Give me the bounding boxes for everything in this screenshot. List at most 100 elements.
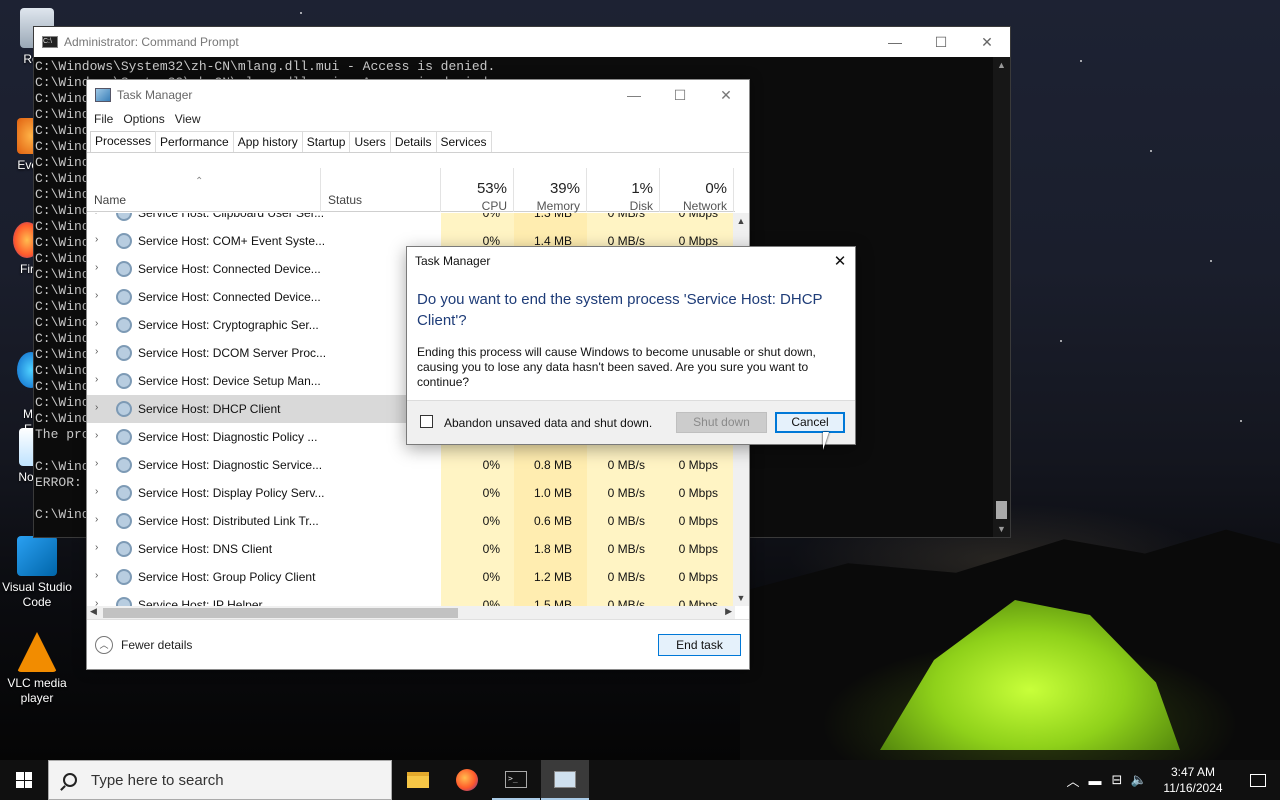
process-disk: 0 MB/s <box>607 598 645 606</box>
volume-muted-icon[interactable]: 🔈 <box>1128 772 1150 788</box>
hscroll-thumb[interactable] <box>103 608 458 618</box>
end-process-dialog[interactable]: Task Manager ✕ Do you want to end the sy… <box>406 246 856 445</box>
expand-chevron-icon[interactable]: › <box>95 514 98 525</box>
expand-chevron-icon[interactable]: › <box>95 374 98 385</box>
expand-chevron-icon[interactable]: › <box>95 598 98 606</box>
abandon-data-label[interactable]: Abandon unsaved data and shut down. <box>444 416 652 430</box>
process-network: 0 Mbps <box>678 486 718 500</box>
taskbar-clock[interactable]: 3:47 AM 11/16/2024 <box>1150 764 1236 796</box>
service-gear-icon <box>116 261 132 277</box>
process-row[interactable]: › Service Host: Group Policy Client 0% 1.2 … <box>87 563 735 591</box>
minimize-button[interactable]: — <box>872 34 918 51</box>
network-icon[interactable]: ⊟ <box>1106 772 1128 788</box>
menu-options[interactable]: Options <box>123 112 164 130</box>
process-row[interactable]: › Service Host: Clipboard User Ser... 0% 1.… <box>87 213 735 227</box>
show-hidden-icons-chevron-icon[interactable]: ︿ <box>1062 771 1084 790</box>
taskbar-file-explorer[interactable] <box>394 760 442 800</box>
cmd-title-bar[interactable]: C:\ Administrator: Command Prompt — ☐ ✕ <box>34 27 1010 57</box>
desktop-icon-label: Visual Studio Code <box>2 580 72 609</box>
dialog-heading: Do you want to end the system process 'S… <box>417 291 823 329</box>
expand-chevron-icon[interactable]: › <box>95 290 98 301</box>
command-prompt-icon: C:\ <box>42 36 58 48</box>
process-row[interactable]: › Service Host: Distributed Link Tr... 0% 0… <box>87 507 735 535</box>
expand-chevron-icon[interactable]: › <box>95 430 98 441</box>
storage-icon[interactable]: ▬ <box>1084 773 1106 788</box>
expand-chevron-icon[interactable]: › <box>95 458 98 469</box>
desktop-icon-vscode[interactable]: Visual Studio Code <box>0 536 74 610</box>
expand-chevron-icon[interactable]: › <box>95 262 98 273</box>
tab-performance[interactable]: Performance <box>155 131 234 152</box>
process-name: Service Host: Diagnostic Policy ... <box>138 430 318 444</box>
process-row[interactable]: › Service Host: IP Helper 0% 1.5 MB 0 MB/s 0 … <box>87 591 735 606</box>
process-cpu: 0% <box>482 598 500 606</box>
tab-users[interactable]: Users <box>349 131 391 152</box>
scroll-up-icon[interactable]: ▲ <box>993 57 1010 73</box>
fewer-details-button[interactable]: ︿ Fewer details <box>95 636 192 654</box>
column-memory[interactable]: 39% Memory <box>514 168 587 213</box>
process-network: 0 Mbps <box>678 514 718 528</box>
scroll-left-icon[interactable]: ◀ <box>90 606 97 617</box>
expand-chevron-icon[interactable]: › <box>95 570 98 581</box>
taskbar-firefox[interactable] <box>443 760 491 800</box>
scroll-down-icon[interactable]: ▼ <box>733 590 749 606</box>
expand-chevron-icon[interactable]: › <box>95 318 98 329</box>
process-disk: 0 MB/s <box>607 570 645 584</box>
column-cpu[interactable]: 53% CPU <box>441 168 514 213</box>
service-gear-icon <box>116 541 132 557</box>
cmd-scrollbar[interactable]: ▲ ▼ <box>993 57 1010 537</box>
action-center-button[interactable] <box>1236 760 1280 800</box>
column-network[interactable]: 0% Network <box>660 168 734 213</box>
cancel-button[interactable]: Cancel <box>775 412 845 433</box>
start-button[interactable] <box>0 760 48 800</box>
process-row[interactable]: › Service Host: Diagnostic Service... 0% 0.… <box>87 451 735 479</box>
expand-chevron-icon[interactable]: › <box>95 346 98 357</box>
column-name[interactable]: ⌃ Name <box>87 168 321 212</box>
process-row[interactable]: › Service Host: Display Policy Serv... 0% 1… <box>87 479 735 507</box>
end-task-button[interactable]: End task <box>658 634 741 656</box>
dialog-close-button[interactable]: ✕ <box>825 252 855 270</box>
service-gear-icon <box>116 317 132 333</box>
taskbar-command-prompt[interactable]: >_ <box>492 760 540 800</box>
menu-file[interactable]: File <box>94 112 113 130</box>
disk-label: Disk <box>629 199 653 213</box>
service-gear-icon <box>116 513 132 529</box>
star <box>1150 150 1152 152</box>
maximize-button[interactable]: ☐ <box>918 34 964 51</box>
abandon-data-checkbox[interactable] <box>420 415 433 428</box>
scroll-down-icon[interactable]: ▼ <box>993 521 1010 537</box>
expand-chevron-icon[interactable]: › <box>95 234 98 245</box>
expand-chevron-icon[interactable]: › <box>95 402 98 413</box>
close-button[interactable]: ✕ <box>964 34 1010 51</box>
tab-details[interactable]: Details <box>389 131 437 152</box>
tab-startup[interactable]: Startup <box>301 131 351 152</box>
maximize-button[interactable]: ☐ <box>657 87 703 104</box>
process-list-hscrollbar[interactable]: ◀ ▶ <box>87 606 735 620</box>
desktop-icon-vlc[interactable]: VLC media player <box>0 632 74 706</box>
scroll-up-icon[interactable]: ▲ <box>733 213 749 229</box>
star <box>1080 60 1082 62</box>
column-status[interactable]: Status <box>321 168 441 212</box>
expand-chevron-icon[interactable]: › <box>95 213 98 217</box>
dialog-title-bar[interactable]: Task Manager ✕ <box>407 247 855 275</box>
menu-view[interactable]: View <box>175 112 201 130</box>
clock-time: 3:47 AM <box>1170 765 1216 779</box>
process-row[interactable]: › Service Host: DNS Client 0% 1.8 MB 0 MB/s 0… <box>87 535 735 563</box>
close-button[interactable]: ✕ <box>703 87 749 104</box>
tab-app-history[interactable]: App history <box>232 131 303 152</box>
taskbar-search-box[interactable]: Type here to search <box>48 760 392 800</box>
tab-processes[interactable]: Processes <box>90 131 157 152</box>
process-disk: 0 MB/s <box>607 514 645 528</box>
tm-title-bar[interactable]: Task Manager — ☐ ✕ <box>87 80 749 110</box>
column-disk[interactable]: 1% Disk <box>587 168 660 213</box>
process-disk: 0 MB/s <box>607 213 645 220</box>
search-placeholder: Type here to search <box>91 771 224 789</box>
tab-services[interactable]: Services <box>435 131 492 152</box>
mouse-cursor-icon <box>823 432 829 450</box>
taskbar-task-manager[interactable] <box>541 760 589 800</box>
scroll-thumb[interactable] <box>996 501 1007 519</box>
expand-chevron-icon[interactable]: › <box>95 542 98 553</box>
shut-down-button[interactable]: Shut down <box>676 412 767 433</box>
scroll-right-icon[interactable]: ▶ <box>725 606 732 617</box>
minimize-button[interactable]: — <box>611 87 657 104</box>
expand-chevron-icon[interactable]: › <box>95 486 98 497</box>
